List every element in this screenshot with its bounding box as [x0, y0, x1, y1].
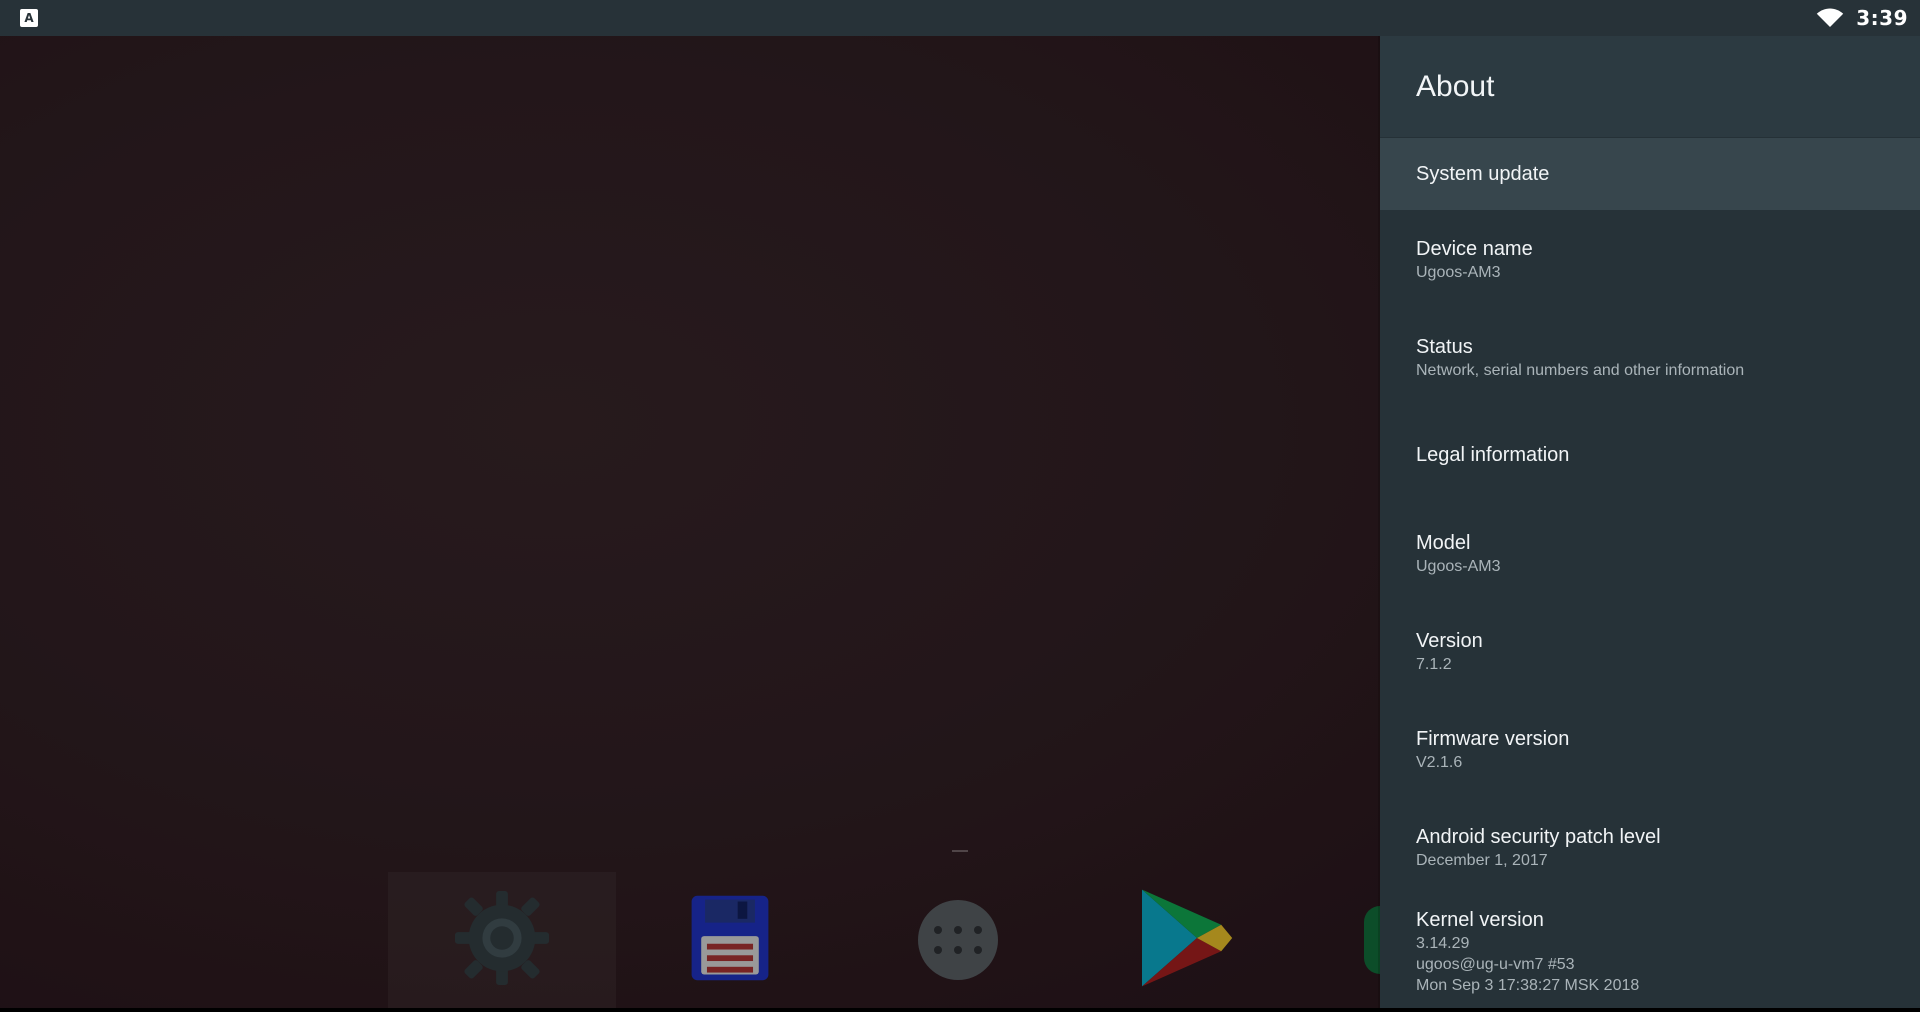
apps-dot: [974, 946, 982, 954]
list-item-device-name[interactable]: Device name Ugoos-AM3: [1380, 210, 1920, 308]
item-subtitle: Ugoos-AM3: [1416, 263, 1501, 281]
list-item-kernel-version[interactable]: Kernel version 3.14.29 ugoos@ug-u-vm7 #5…: [1380, 896, 1920, 1006]
panel-header: About: [1380, 36, 1920, 138]
status-right: 3:39: [1816, 6, 1908, 30]
apps-dot: [934, 926, 942, 934]
apps-dot: [974, 926, 982, 934]
item-subtitle: V2.1.6: [1416, 753, 1463, 771]
item-title: System update: [1416, 163, 1550, 185]
apps-dot: [954, 926, 962, 934]
list-item-firmware-version[interactable]: Firmware version V2.1.6: [1380, 700, 1920, 798]
notification-a-icon: A: [20, 9, 38, 27]
notification-a-glyph: A: [24, 11, 34, 25]
dock-play-store[interactable]: [1072, 872, 1300, 1008]
about-panel: About System update Device name Ugoos-AM…: [1380, 36, 1920, 1008]
home-handle: [952, 850, 968, 852]
list-item-system-update[interactable]: System update: [1380, 138, 1920, 210]
partial-app-icon: [1364, 906, 1380, 974]
page-title: About: [1416, 69, 1495, 103]
list-item-legal-information[interactable]: Legal information: [1380, 406, 1920, 504]
settings-gear-icon: [453, 889, 551, 991]
list-item-version[interactable]: Version 7.1.2: [1380, 602, 1920, 700]
item-subtitle-line: 3.14.29: [1416, 934, 1470, 952]
item-title: Status: [1416, 335, 1473, 358]
about-list: System update Device name Ugoos-AM3 Stat…: [1380, 138, 1920, 1006]
dock-save-app[interactable]: [616, 872, 844, 1008]
status-left: A: [20, 9, 38, 27]
item-subtitle-line: Mon Sep 3 17:38:27 MSK 2018: [1416, 976, 1640, 994]
list-item-model[interactable]: Model Ugoos-AM3: [1380, 504, 1920, 602]
apps-dot: [954, 946, 962, 954]
all-apps-icon: [918, 900, 998, 980]
item-subtitle: Network, serial numbers and other inform…: [1416, 361, 1745, 379]
dock: [0, 872, 1380, 1008]
apps-dot: [934, 946, 942, 954]
item-title: Android security patch level: [1416, 825, 1661, 848]
clock: 3:39: [1856, 6, 1908, 30]
status-bar: A 3:39: [0, 0, 1920, 36]
dock-all-apps[interactable]: [844, 872, 1072, 1008]
dock-partial-app[interactable]: [1300, 872, 1380, 1008]
item-title: Version: [1416, 629, 1483, 652]
wifi-icon: [1816, 8, 1844, 28]
item-title: Device name: [1416, 237, 1533, 260]
item-subtitle: December 1, 2017: [1416, 851, 1548, 869]
item-title: Firmware version: [1416, 727, 1570, 750]
item-title: Model: [1416, 531, 1471, 554]
bottom-bar: [0, 1008, 1920, 1012]
list-item-status[interactable]: Status Network, serial numbers and other…: [1380, 308, 1920, 406]
list-item-security-patch[interactable]: Android security patch level December 1,…: [1380, 798, 1920, 896]
floppy-disk-icon: [682, 890, 778, 990]
item-subtitle-line: ugoos@ug-u-vm7 #53: [1416, 955, 1575, 973]
item-subtitle: Ugoos-AM3: [1416, 557, 1501, 575]
home-screen: [0, 36, 1380, 1008]
item-title: Legal information: [1416, 444, 1570, 466]
item-title: Kernel version: [1416, 908, 1544, 931]
play-store-icon: [1131, 883, 1241, 997]
item-subtitle: 7.1.2: [1416, 655, 1452, 673]
dock-settings-app[interactable]: [388, 872, 616, 1008]
